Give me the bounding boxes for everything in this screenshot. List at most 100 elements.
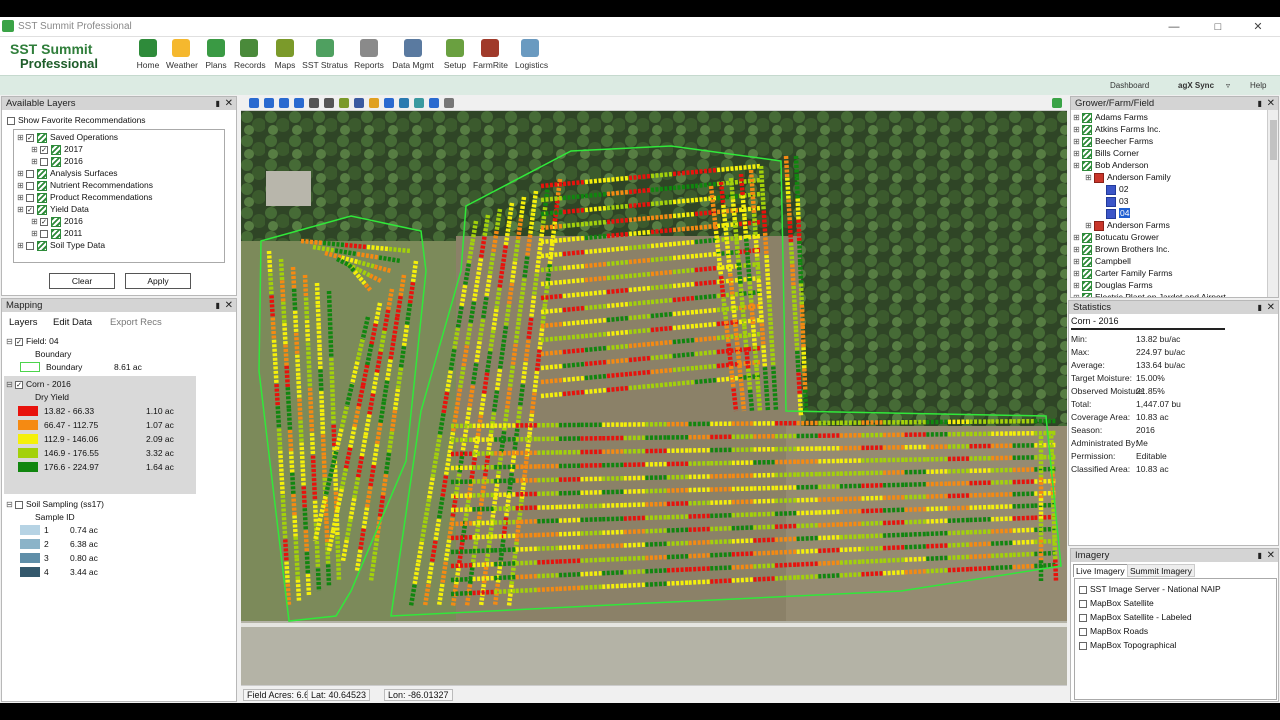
grower-tree-item[interactable]: ⊞ Bills Corner bbox=[1073, 147, 1139, 159]
help-link[interactable]: Help bbox=[1250, 81, 1266, 90]
panel-title: Mapping ▮ ✕ bbox=[2, 299, 236, 312]
export-recs-menu[interactable]: Export Recs bbox=[110, 317, 162, 328]
farmrite-button[interactable]: FarmRite bbox=[473, 39, 508, 73]
reports-button[interactable]: Reports bbox=[354, 39, 384, 73]
layers-menu[interactable]: Layers bbox=[9, 317, 38, 328]
grid-icon[interactable] bbox=[354, 98, 364, 108]
edit-data-menu[interactable]: Edit Data bbox=[53, 317, 92, 328]
maps-button[interactable]: Maps bbox=[270, 39, 300, 73]
layer-tree-item[interactable]: ⊞ ✓ 2017 bbox=[31, 143, 83, 155]
close-icon[interactable]: ✕ bbox=[1267, 301, 1275, 314]
grower-tree-item[interactable]: ⊞ Beecher Farms bbox=[1073, 135, 1153, 147]
records-button[interactable]: Records bbox=[234, 39, 266, 73]
tab-live-imagery[interactable]: Live Imagery bbox=[1073, 564, 1128, 577]
folder-icon[interactable] bbox=[369, 98, 379, 108]
grower-tree-item[interactable]: 02 bbox=[1097, 183, 1128, 195]
layer-tree-item[interactable]: ⊞ 2011 bbox=[31, 227, 82, 239]
apply-button[interactable]: Apply bbox=[125, 273, 191, 289]
clear-button[interactable]: Clear bbox=[49, 273, 115, 289]
layer-tree-item[interactable]: ⊞ ✓ Yield Data bbox=[17, 203, 89, 215]
filter-icon[interactable] bbox=[429, 98, 439, 108]
zoom-out-icon[interactable] bbox=[264, 98, 274, 108]
grower-tree-item[interactable]: ⊞Electric Plant on Jardot and Airport bbox=[1073, 291, 1226, 297]
pin-icon[interactable]: ▮ bbox=[216, 299, 220, 312]
pin-icon[interactable]: ▮ bbox=[1258, 97, 1262, 110]
grower-tree-item[interactable]: ⊞ Carter Family Farms bbox=[1073, 267, 1172, 279]
close-icon[interactable]: ✕ bbox=[225, 97, 233, 110]
close-button[interactable]: ✕ bbox=[1238, 18, 1278, 36]
soil-legend-row: 3 0.80 ac bbox=[6, 551, 196, 565]
mapping-panel: Mapping ▮ ✕ Layers Edit Data Export Recs ⊟… bbox=[1, 298, 237, 702]
imagery-option[interactable]: MapBox Topographical bbox=[1079, 639, 1176, 651]
dashboard-link[interactable]: Dashboard bbox=[1110, 81, 1149, 90]
home-button[interactable]: Home bbox=[133, 39, 163, 73]
scrollbar[interactable] bbox=[1267, 110, 1278, 297]
layer-tree-item[interactable]: ⊞ Analysis Surfaces bbox=[17, 167, 118, 179]
layer-tree-item[interactable]: ⊞ Soil Type Data bbox=[17, 239, 105, 251]
farm-icon bbox=[1082, 268, 1092, 279]
measure-icon[interactable] bbox=[444, 98, 454, 108]
refresh-icon[interactable] bbox=[1052, 98, 1062, 108]
layer-tree-item[interactable]: ⊞ Nutrient Recommendations bbox=[17, 179, 153, 191]
field-layer-row[interactable]: ⊟ ✓ Field: 04 bbox=[6, 335, 59, 347]
setup-button[interactable]: Setup bbox=[440, 39, 470, 73]
yield-map[interactable] bbox=[241, 111, 1067, 701]
zoom-extent-icon[interactable] bbox=[279, 98, 289, 108]
yield-layer-row[interactable]: ⊟ ✓ Corn - 2016 bbox=[6, 378, 71, 390]
tab-summit-imagery[interactable]: Summit Imagery bbox=[1127, 564, 1195, 577]
pin-icon[interactable]: ▮ bbox=[1258, 301, 1262, 314]
zoom-field-icon[interactable] bbox=[294, 98, 304, 108]
sst-stratus-button[interactable]: SST Stratus bbox=[302, 39, 348, 73]
imagery-option[interactable]: MapBox Satellite - Labeled bbox=[1079, 611, 1192, 623]
grower-tree-item[interactable]: ⊞ Douglas Farms bbox=[1073, 279, 1153, 291]
layer-tree-item[interactable]: ⊞ 2016 bbox=[31, 155, 83, 167]
sync-button[interactable]: agX Sync bbox=[1178, 81, 1214, 90]
zoom-in-icon[interactable] bbox=[249, 98, 259, 108]
grower-tree-item[interactable]: ⊞ Campbell bbox=[1073, 255, 1131, 267]
close-icon[interactable]: ✕ bbox=[225, 299, 233, 312]
close-icon[interactable]: ✕ bbox=[1267, 549, 1275, 562]
export-icon[interactable] bbox=[414, 98, 424, 108]
pin-icon[interactable]: ▮ bbox=[1258, 549, 1262, 562]
logistics-button[interactable]: Logistics bbox=[515, 39, 548, 73]
pan-icon[interactable] bbox=[309, 98, 319, 108]
panel-title: Statistics ▮ ✕ bbox=[1069, 301, 1278, 314]
globe-icon[interactable] bbox=[384, 98, 394, 108]
imagery-option[interactable]: MapBox Satellite bbox=[1079, 597, 1154, 609]
grower-tree-item[interactable]: ⊞ Anderson Farms bbox=[1085, 219, 1170, 231]
grower-tree-item[interactable]: ⊞ Bob Anderson bbox=[1073, 159, 1148, 171]
grower-tree-item[interactable]: ⊞ Adams Farms bbox=[1073, 111, 1148, 123]
layer-folder-icon bbox=[51, 156, 61, 167]
show-favorite-checkbox[interactable]: Show Favorite Recommendations bbox=[7, 114, 146, 126]
layer-icon[interactable] bbox=[339, 98, 349, 108]
minimize-button[interactable]: — bbox=[1154, 18, 1194, 36]
soil-layer-row[interactable]: ⊟ Soil Sampling (ss17) bbox=[6, 498, 104, 510]
layer-tree-item[interactable]: ⊞ ✓ 2016 bbox=[31, 215, 83, 227]
map-view[interactable] bbox=[241, 111, 1067, 701]
layer-tree-item[interactable]: ⊞ ✓ Saved Operations bbox=[17, 131, 118, 143]
layer-tree-item[interactable]: ⊞ Product Recommendations bbox=[17, 191, 153, 203]
select-icon[interactable] bbox=[324, 98, 334, 108]
grower-tree-item[interactable]: 04 bbox=[1097, 207, 1131, 219]
close-icon[interactable]: ✕ bbox=[1267, 97, 1275, 110]
filter-icon[interactable]: ▿ bbox=[1226, 81, 1230, 90]
grower-tree-item[interactable]: ⊞ Anderson Family bbox=[1085, 171, 1171, 183]
grower-tree-item[interactable]: ⊞ Botucatu Grower bbox=[1073, 231, 1159, 243]
legend-swatch bbox=[18, 462, 38, 472]
image-icon[interactable] bbox=[399, 98, 409, 108]
layer-folder-icon bbox=[37, 180, 47, 191]
grower-tree-item[interactable]: ⊞ Brown Brothers Inc. bbox=[1073, 243, 1170, 255]
weather-button[interactable]: Weather bbox=[166, 39, 198, 73]
title-bar: SST Summit Professional — □ ✕ bbox=[0, 17, 1280, 37]
maximize-button[interactable]: □ bbox=[1198, 18, 1238, 36]
imagery-option[interactable]: SST Image Server - National NAIP bbox=[1079, 583, 1221, 595]
grower-tree-item[interactable]: ⊞ Atkins Farms Inc. bbox=[1073, 123, 1161, 135]
data-mgmt-button[interactable]: Data Mgmt bbox=[391, 39, 435, 73]
plans-button[interactable]: Plans bbox=[201, 39, 231, 73]
pin-icon[interactable]: ▮ bbox=[216, 97, 220, 110]
grower-tree-item[interactable]: 03 bbox=[1097, 195, 1128, 207]
ribbon: SST Summit Professional Home Weather Plans… bbox=[0, 37, 1280, 75]
field-icon bbox=[1106, 184, 1116, 195]
imagery-option[interactable]: MapBox Roads bbox=[1079, 625, 1148, 637]
statistic-row: Administrated By: Me bbox=[1071, 438, 1148, 448]
